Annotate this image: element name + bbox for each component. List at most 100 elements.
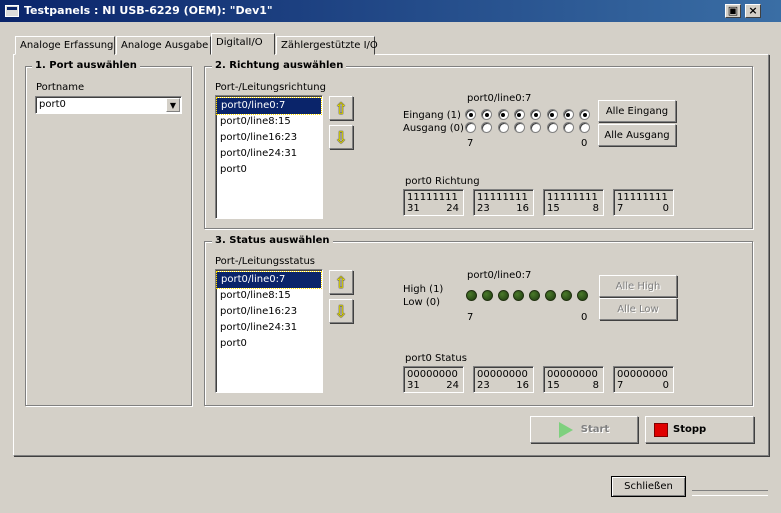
register-value: 00000000 [477,369,528,380]
register-high: 7 [617,203,624,214]
direction-register-23-16: 11111111 23 16 [473,189,534,216]
list-item[interactable]: port0/line0:7 [216,97,322,115]
status-range-high: 7 [467,312,474,323]
status-move-up-button[interactable]: ⇧ [329,270,353,294]
tab-zaehler-io[interactable]: Zählergestützte I/O [276,36,378,55]
list-item[interactable]: port0 [216,162,322,178]
register-high: 7 [617,380,624,391]
register-high: 23 [477,380,490,391]
register-high: 31 [407,203,420,214]
status-group-label: 3. Status auswählen [212,235,333,246]
low-label: Low (0) [403,297,441,308]
output-radio[interactable] [497,122,509,133]
input-radio[interactable] [546,109,558,120]
output-radio[interactable] [513,122,525,133]
status-list-label: Port-/Leitungsstatus [215,256,316,267]
input-radio[interactable] [513,109,525,120]
portname-value: port0 [39,99,66,110]
status-led [481,290,493,301]
port-group [25,66,192,406]
list-item[interactable]: port0/line8:15 [216,114,322,130]
status-move-down-button[interactable]: ⇩ [329,299,353,323]
direction-register-label: port0 Richtung [405,176,480,187]
start-button-label: Start [580,424,610,435]
direction-register-31-24: 11111111 31 24 [403,189,464,216]
direction-list-label: Port-/Leitungsrichtung [215,82,326,93]
arrow-up-icon: ⇧ [334,98,348,118]
close-icon[interactable]: × [745,4,761,18]
register-high: 31 [407,380,420,391]
move-up-button[interactable]: ⇧ [329,96,353,120]
arrow-up-icon: ⇧ [334,272,348,292]
register-low: 8 [592,380,599,391]
arrow-down-icon: ⇩ [334,127,348,147]
move-down-button[interactable]: ⇩ [329,125,353,149]
status-register-7-0: 00000000 7 0 [613,366,674,393]
register-high: 15 [547,380,560,391]
stop-button[interactable]: Stopp [645,416,754,443]
restore-icon[interactable]: ▣ [725,4,741,18]
portname-label: Portname [36,82,85,93]
register-value: 11111111 [477,192,528,203]
list-item[interactable]: port0/line16:23 [216,130,322,146]
direction-list[interactable]: port0/line0:7 port0/line8:15 port0/line1… [215,95,323,219]
portname-select[interactable]: port0 ▼ [35,96,182,114]
output-radio[interactable] [562,122,574,133]
all-low-button[interactable]: Alle Low [599,298,677,320]
direction-register-7-0: 11111111 7 0 [613,189,674,216]
list-item[interactable]: port0/line8:15 [216,288,322,304]
status-line-label: port0/line0:7 [467,270,532,281]
list-item[interactable]: port0/line0:7 [216,271,322,289]
range-low: 0 [581,138,588,149]
arrow-down-icon: ⇩ [334,301,348,321]
status-led [560,290,572,301]
register-low: 16 [516,380,529,391]
close-button[interactable]: Schließen [611,476,686,497]
list-item[interactable]: port0 [216,336,322,352]
register-value: 00000000 [547,369,598,380]
tab-analoge-ausgabe[interactable]: Analoge Ausgabe [116,36,211,55]
direction-line-label: port0/line0:7 [467,93,532,104]
input-radio[interactable] [497,109,509,120]
stop-icon [654,422,668,437]
status-led [497,290,509,301]
input-label: Eingang (1) [403,110,461,121]
tab-digital-io[interactable]: DigitalI/O [211,33,275,55]
chevron-down-icon[interactable]: ▼ [166,98,180,112]
window-title: Testpanels : NI USB-6229 (OEM): "Dev1" [24,4,273,17]
register-value: 00000000 [407,369,458,380]
all-input-button[interactable]: Alle Eingang [598,100,676,122]
status-led [466,290,477,301]
status-bar-divider [692,490,768,496]
status-led [545,290,556,301]
status-led [576,290,588,301]
input-radio[interactable] [562,109,574,120]
all-output-button[interactable]: Alle Ausgang [598,124,676,146]
register-value: 11111111 [407,192,458,203]
all-high-button[interactable]: Alle High [599,275,677,297]
output-radio[interactable] [465,122,476,133]
status-register-23-16: 00000000 23 16 [473,366,534,393]
title-bar: Testpanels : NI USB-6229 (OEM): "Dev1" ▣… [0,0,781,22]
status-register-15-8: 00000000 15 8 [543,366,604,393]
register-low: 0 [662,380,669,391]
register-high: 15 [547,203,560,214]
list-item[interactable]: port0/line16:23 [216,304,322,320]
start-button[interactable]: Start [530,416,638,443]
list-item[interactable]: port0/line24:31 [216,320,322,336]
tab-analoge-erfassung[interactable]: Analoge Erfassung [15,36,115,55]
status-list[interactable]: port0/line0:7 port0/line8:15 port0/line1… [215,269,323,393]
register-low: 24 [446,203,459,214]
register-value: 11111111 [547,192,598,203]
app-icon [5,5,19,17]
register-low: 24 [446,380,459,391]
status-register-31-24: 00000000 31 24 [403,366,464,393]
output-label: Ausgang (0) [403,123,464,134]
status-register-label: port0 Status [405,353,467,364]
list-item[interactable]: port0/line24:31 [216,146,322,162]
input-radio[interactable] [465,109,476,120]
output-radio[interactable] [546,122,558,133]
register-high: 23 [477,203,490,214]
direction-register-15-8: 11111111 15 8 [543,189,604,216]
stop-button-label: Stopp [673,424,707,435]
